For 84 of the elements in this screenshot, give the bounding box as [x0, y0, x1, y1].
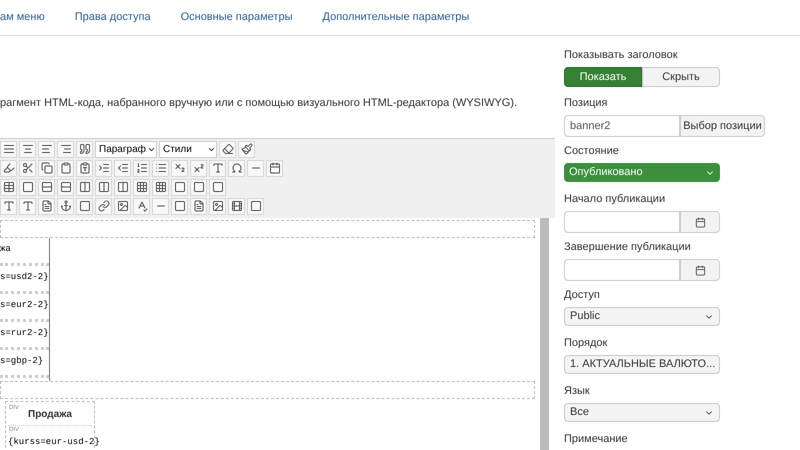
table-cell: s=rur2-2} [0, 322, 49, 350]
omega-icon[interactable] [228, 160, 245, 176]
tab[interactable]: ам меню [0, 9, 45, 26]
dropdown[interactable]: Public [564, 307, 720, 326]
outdent-icon[interactable] [114, 160, 131, 176]
square-icon[interactable] [209, 178, 226, 196]
select-position-button[interactable]: Выбор позиции [680, 115, 765, 137]
field-label: Состояние [564, 144, 620, 158]
styles-dropdown[interactable]: Стили [159, 140, 217, 158]
tab[interactable]: Основные параметры [180, 9, 292, 26]
field-label: Завершение публикации [564, 240, 692, 254]
calendar-icon[interactable] [266, 160, 283, 176]
quote-icon[interactable] [76, 140, 93, 158]
square-icon[interactable] [76, 198, 93, 214]
text-icon[interactable] [19, 198, 36, 214]
spellcheck-icon[interactable] [133, 198, 150, 214]
bullet-list-icon[interactable] [152, 160, 169, 176]
table-icon[interactable] [0, 178, 17, 196]
code-text: {kurss=eur-usd-2} [8, 436, 100, 449]
link-icon[interactable] [95, 198, 112, 214]
square-icon[interactable] [171, 178, 188, 196]
copy-icon[interactable] [38, 160, 55, 176]
scissors-icon[interactable] [19, 160, 36, 176]
calendar-icon [694, 216, 706, 228]
text-icon[interactable] [0, 198, 17, 214]
document-icon[interactable] [38, 198, 55, 214]
block-heading: Продажа [28, 408, 72, 422]
scrollbar[interactable] [540, 218, 549, 450]
ordered-list-icon[interactable] [133, 160, 150, 176]
dropdown[interactable]: Все [564, 403, 720, 422]
highlighter-icon[interactable] [0, 160, 17, 176]
image-icon[interactable] [209, 198, 226, 214]
align-right-icon[interactable] [57, 140, 74, 158]
film-icon[interactable] [228, 198, 245, 214]
dropdown[interactable]: 1. АКТУАЛЬНЫЕ ВАЛЮТО... [564, 355, 720, 374]
table-cell: s=gbp-2} [0, 350, 49, 378]
description-text: рагмент HTML-кода, набранного вручную или с помощью визуального HTML-редактора (WYSIWYG). [0, 96, 518, 111]
tab[interactable]: Права доступа [74, 9, 151, 26]
calendar-button[interactable] [680, 259, 720, 281]
field-label: Начало публикации [564, 192, 666, 206]
calendar-icon [694, 264, 706, 276]
anchor-icon[interactable] [57, 198, 74, 214]
image-icon[interactable] [114, 198, 131, 214]
field-label: Доступ [564, 288, 601, 302]
text-style-icon[interactable] [209, 160, 226, 176]
align-center-icon[interactable] [19, 140, 36, 158]
rows-icon[interactable] [57, 178, 74, 196]
format-dropdown[interactable]: Параграф [95, 140, 157, 158]
square-icon[interactable] [190, 178, 207, 196]
table-cell: s=usd2-2} [0, 266, 49, 294]
date-field[interactable] [564, 211, 680, 233]
indent-icon[interactable] [95, 160, 112, 176]
rows-icon[interactable] [38, 178, 55, 196]
grid-icon[interactable] [152, 178, 169, 196]
brush-icon[interactable] [238, 140, 255, 158]
superscript-icon[interactable] [190, 160, 207, 176]
clipboard-icon[interactable] [57, 160, 74, 176]
field-label: Язык [564, 384, 591, 398]
field-label: Показывать заголовок [564, 48, 679, 62]
cell-icon[interactable] [19, 178, 36, 196]
columns-icon[interactable] [76, 178, 93, 196]
eraser-icon[interactable] [219, 140, 236, 158]
field-label: Примечание [564, 432, 629, 446]
tab[interactable]: Дополнительные параметры [322, 9, 470, 26]
document-icon[interactable] [190, 198, 207, 214]
justify-icon[interactable] [0, 140, 17, 158]
calendar-button[interactable] [680, 211, 720, 233]
toggle-option[interactable]: Скрыть [642, 67, 720, 87]
frame-icon[interactable] [171, 198, 188, 214]
align-left-icon[interactable] [38, 140, 55, 158]
table-cell: s=eur2-2} [0, 294, 49, 322]
columns-icon[interactable] [95, 178, 112, 196]
columns-icon[interactable] [114, 178, 131, 196]
table-cell: жа [0, 238, 49, 266]
paste-text-icon[interactable] [76, 160, 93, 176]
field-label: Позиция [564, 96, 608, 110]
grid-icon[interactable] [133, 178, 150, 196]
input-field[interactable]: banner2 [564, 115, 680, 137]
status-dropdown[interactable]: Опубликовано [564, 163, 720, 182]
date-field[interactable] [564, 259, 680, 281]
square-icon[interactable] [247, 198, 264, 214]
field-label: Порядок [564, 336, 608, 350]
toggle-option[interactable]: Показать [564, 67, 642, 87]
subscript-icon[interactable] [171, 160, 188, 176]
